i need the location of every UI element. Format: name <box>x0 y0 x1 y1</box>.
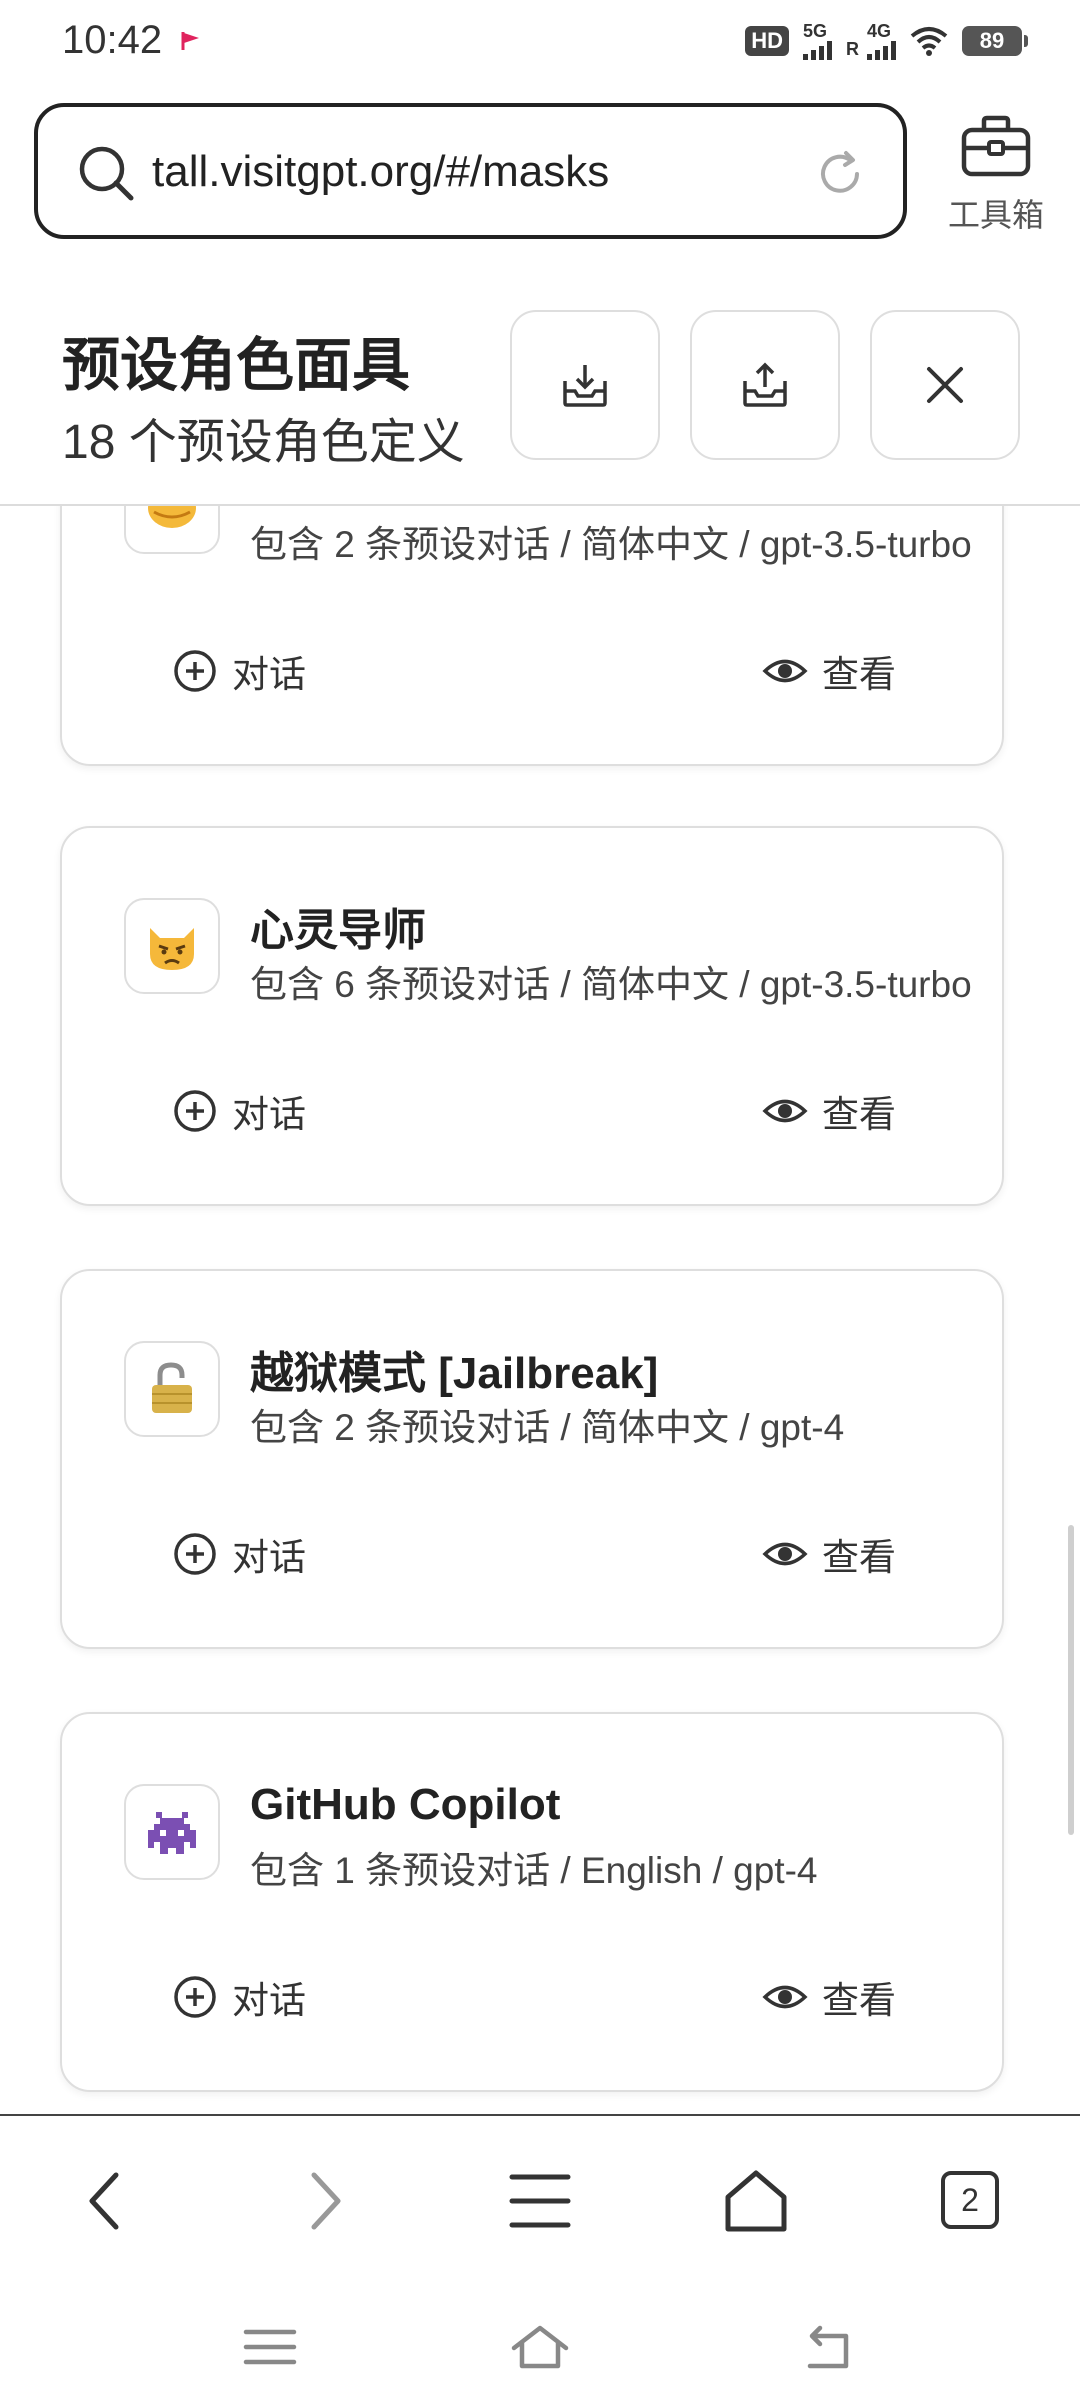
chat-button[interactable]: 对话 <box>172 1970 306 2024</box>
chat-label: 对话 <box>232 1094 306 1135</box>
eye-icon <box>762 1985 808 2009</box>
hd-badge: HD <box>745 26 789 56</box>
back-button[interactable] <box>66 2161 146 2241</box>
download-button[interactable] <box>510 310 660 460</box>
signal-bars-icon <box>867 40 896 60</box>
add-circle-icon <box>174 1533 216 1575</box>
mask-name: 越狱模式 [Jailbreak] <box>250 1349 659 1398</box>
view-button[interactable]: 查看 <box>762 1527 896 1581</box>
wifi-icon <box>910 27 948 56</box>
mask-avatar <box>124 506 220 554</box>
home-icon <box>725 2170 787 2232</box>
mask-info: 包含 2 条预设对话 / 简体中文 / gpt-4 <box>250 1407 845 1448</box>
chat-button[interactable]: 对话 <box>172 644 306 698</box>
forward-button[interactable] <box>284 2161 364 2241</box>
signal-5g: 5G <box>803 22 832 60</box>
tabs-button[interactable]: 2 <box>941 2171 999 2229</box>
view-button[interactable]: 查看 <box>762 644 896 698</box>
page-subtitle: 18 个预设角色定义 <box>62 416 465 469</box>
system-menu-icon <box>243 2329 297 2365</box>
upload-icon <box>743 362 787 407</box>
system-back-button[interactable] <box>796 2322 856 2372</box>
menu-button[interactable] <box>500 2161 580 2241</box>
mask-card: 心灵导师 包含 6 条预设对话 / 简体中文 / gpt-3.5-turbo 对… <box>60 826 1004 1206</box>
system-home-button[interactable] <box>510 2322 570 2372</box>
home-button[interactable] <box>716 2161 796 2241</box>
upload-button[interactable] <box>690 310 840 460</box>
url-text[interactable]: tall.visitgpt.org/#/masks <box>152 147 609 197</box>
view-button[interactable]: 查看 <box>762 1970 896 2024</box>
back-arrow-icon <box>89 2172 119 2230</box>
toolbox-button[interactable]: 工具箱 <box>936 108 1056 238</box>
mask-info: 包含 6 条预设对话 / 简体中文 / gpt-3.5-turbo <box>250 964 972 1005</box>
eye-icon <box>762 659 808 683</box>
close-icon <box>927 367 963 403</box>
view-button[interactable]: 查看 <box>762 1084 896 1138</box>
view-label: 查看 <box>822 1980 896 2021</box>
roaming-indicator: R <box>846 39 859 59</box>
status-indicators: HD 5G R 4G 89 <box>745 22 1028 60</box>
forward-arrow-icon <box>311 2172 341 2230</box>
notification-flag-icon <box>181 32 199 50</box>
add-circle-icon <box>174 1976 216 2018</box>
chat-label: 对话 <box>232 654 306 695</box>
scrollbar[interactable] <box>1068 1525 1074 1835</box>
menu-icon <box>509 2174 571 2228</box>
mask-card: GitHub Copilot 包含 1 条预设对话 / English / gp… <box>60 1712 1004 2092</box>
chat-button[interactable]: 对话 <box>172 1527 306 1581</box>
add-circle-icon <box>174 1090 216 1132</box>
reload-icon[interactable] <box>813 147 867 201</box>
page-title: 预设角色面具 <box>62 333 411 398</box>
battery-indicator: 89 <box>962 26 1028 56</box>
chat-label: 对话 <box>232 1537 306 1578</box>
search-icon <box>79 146 134 201</box>
address-bar[interactable]: tall.visitgpt.org/#/masks <box>34 103 907 239</box>
close-button[interactable] <box>870 310 1020 460</box>
status-bar: 10:42 HD 5G R 4G 89 <box>0 0 1080 90</box>
mask-info: 包含 2 条预设对话 / 简体中文 / gpt-3.5-turbo <box>250 524 972 565</box>
toolbox-label: 工具箱 <box>947 197 1044 233</box>
chat-button[interactable]: 对话 <box>172 1084 306 1138</box>
mask-card: 越狱模式 [Jailbreak] 包含 2 条预设对话 / 简体中文 / gpt… <box>60 1269 1004 1649</box>
pouting-cat-icon <box>150 928 194 970</box>
toolbox-icon <box>961 115 1031 177</box>
mask-avatar <box>124 1341 220 1437</box>
alien-monster-icon <box>148 1812 196 1854</box>
mask-avatar <box>124 898 220 994</box>
system-nav-bar <box>0 2284 1080 2408</box>
view-label: 查看 <box>822 1094 896 1135</box>
mask-card: 包含 2 条预设对话 / 简体中文 / gpt-3.5-turbo 对话 查看 <box>60 506 1004 766</box>
mask-list[interactable]: 包含 2 条预设对话 / 简体中文 / gpt-3.5-turbo 对话 查看 … <box>0 506 1080 2114</box>
mask-info: 包含 1 条预设对话 / English / gpt-4 <box>250 1850 818 1891</box>
add-circle-icon <box>174 650 216 692</box>
signal-bars-icon <box>803 40 832 60</box>
mask-name: GitHub Copilot <box>250 1780 561 1829</box>
mask-avatar <box>124 1784 220 1880</box>
system-home-icon <box>511 2325 569 2369</box>
view-label: 查看 <box>822 654 896 695</box>
browser-bottom-nav: 2 <box>0 2114 1080 2284</box>
partial-emoji-icon <box>148 506 196 528</box>
open-lock-icon <box>152 1362 192 1413</box>
signal-4g: 4G <box>867 22 896 60</box>
mask-name: 心灵导师 <box>250 906 426 955</box>
system-back-icon <box>807 2325 849 2369</box>
eye-icon <box>762 1099 808 1123</box>
download-icon <box>563 365 607 407</box>
status-time: 10:42 <box>62 18 163 62</box>
view-label: 查看 <box>822 1537 896 1578</box>
chat-label: 对话 <box>232 1980 306 2021</box>
eye-icon <box>762 1542 808 1566</box>
system-menu-button[interactable] <box>240 2322 300 2372</box>
